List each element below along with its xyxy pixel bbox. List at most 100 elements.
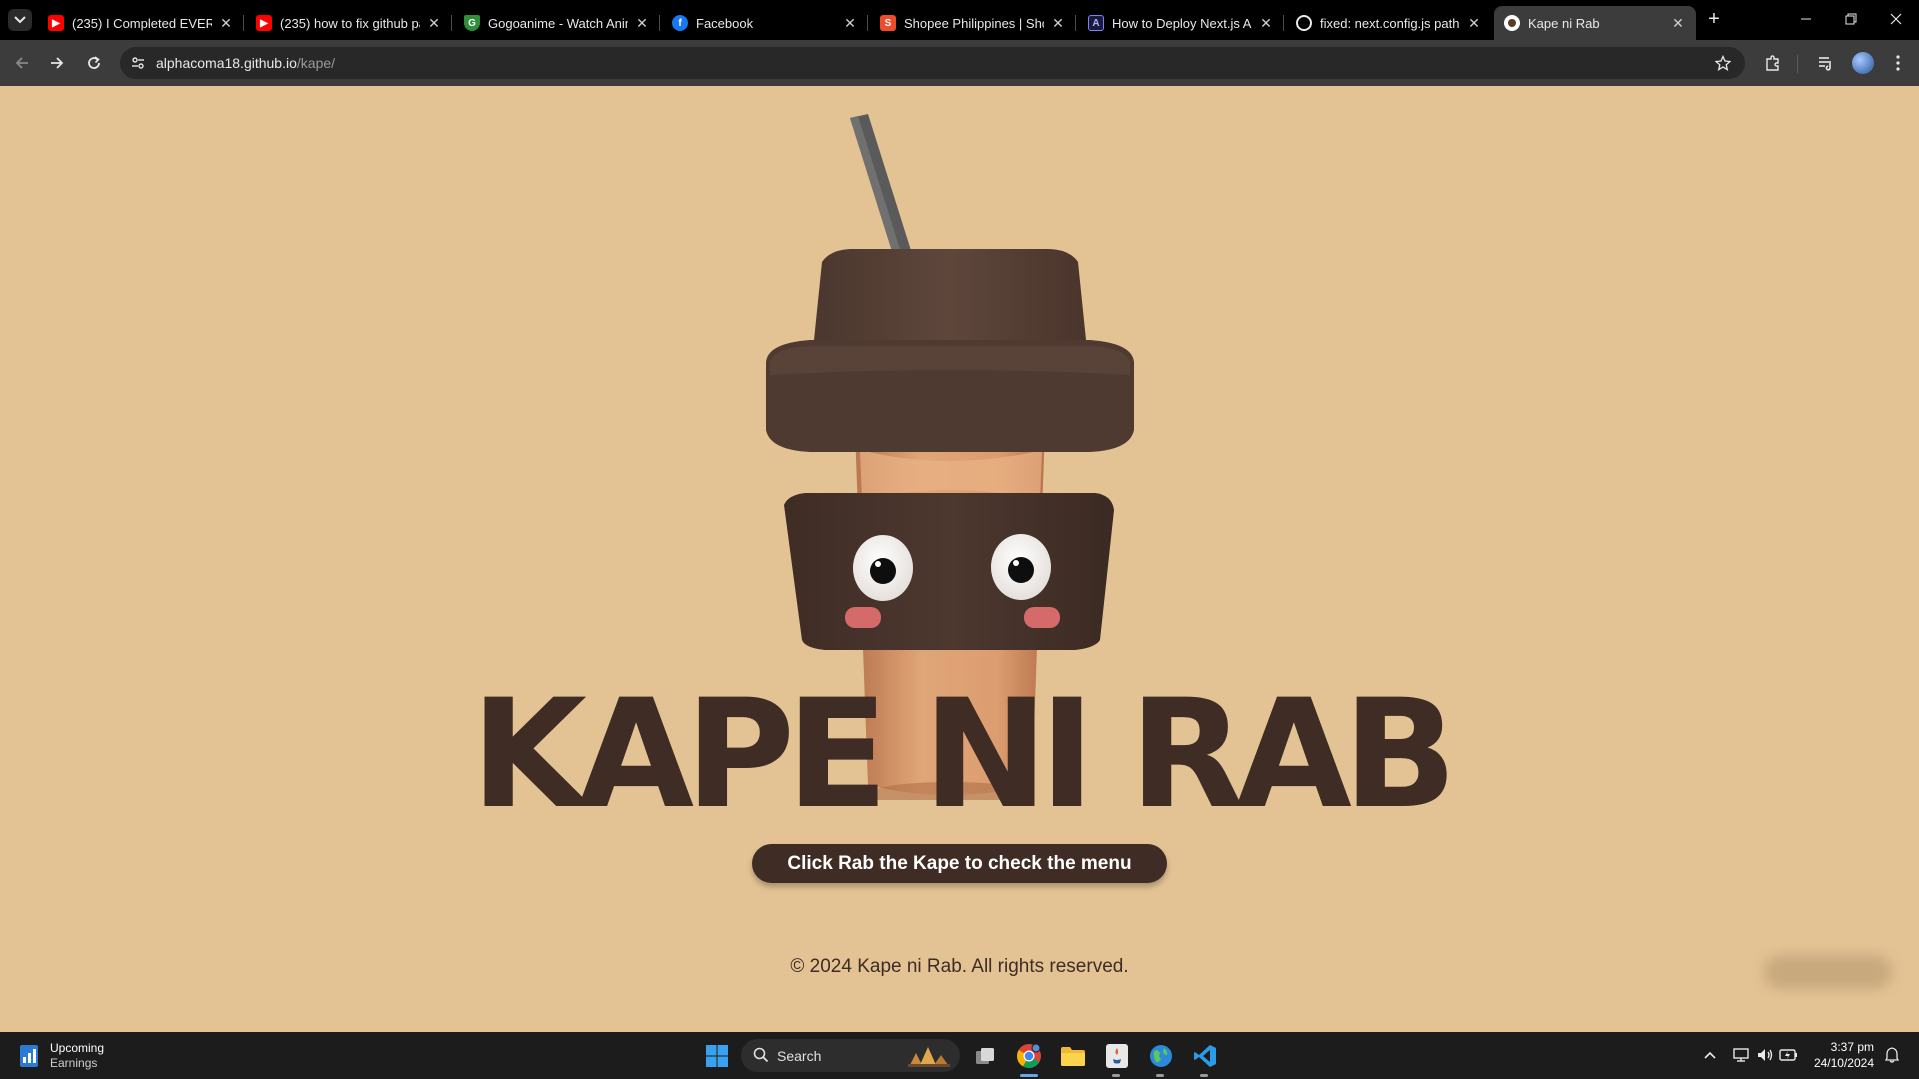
back-button[interactable] (8, 49, 36, 77)
search-label: Search (777, 1048, 822, 1064)
tab-title: Gogoanime - Watch Anim (488, 15, 628, 31)
volume-button[interactable] (1755, 1044, 1775, 1066)
tab-search-button[interactable] (8, 9, 32, 31)
profile-avatar[interactable] (1852, 52, 1874, 74)
tab-title: (235) how to fix github pa (280, 15, 420, 31)
restore-button[interactable] (1831, 6, 1871, 34)
taskbar-file-explorer[interactable] (1058, 1041, 1088, 1071)
tab-youtube-completed[interactable]: ▶ (235) I Completed EVERY ✕ (38, 6, 244, 40)
url-path: /kape/ (296, 55, 336, 71)
playlist-icon (1819, 57, 1831, 71)
start-button[interactable] (702, 1041, 732, 1071)
system-clock[interactable]: 3:37 pm 24/10/2024 (1810, 1039, 1874, 1071)
left-eye (853, 535, 913, 601)
more-vertical-icon (1896, 55, 1900, 71)
close-icon[interactable]: ✕ (842, 15, 858, 31)
site-info-icon[interactable] (128, 53, 148, 73)
tab-github-fix[interactable]: fixed: next.config.js path ✕ (1286, 6, 1492, 40)
shopee-bag-icon: S (880, 15, 896, 31)
tab-kape-ni-rab[interactable]: Kape ni Rab ✕ (1494, 6, 1696, 40)
coffee-sleeve (784, 493, 1114, 650)
taskbar-chrome[interactable] (1014, 1041, 1044, 1071)
chrome-icon (1017, 1043, 1041, 1069)
minimize-button[interactable] (1786, 6, 1826, 34)
new-tab-button[interactable]: + (1702, 8, 1726, 32)
left-cheek (845, 607, 881, 628)
running-indicator (1200, 1074, 1208, 1077)
close-icon[interactable]: ✕ (426, 15, 442, 31)
straw (850, 114, 914, 264)
taskbar-java-app[interactable] (1102, 1041, 1132, 1071)
github-icon (1296, 15, 1312, 31)
tab-title: Kape ni Rab (1528, 15, 1600, 31)
show-hidden-icons-button[interactable] (1700, 1044, 1720, 1066)
right-cheek (1024, 607, 1060, 628)
tab-title: Facebook (696, 15, 754, 31)
task-view-icon (976, 1048, 994, 1064)
tab-divider (867, 15, 868, 31)
battery-charging-icon (1779, 1049, 1797, 1061)
close-window-button[interactable] (1876, 6, 1916, 34)
widgets-button[interactable]: Upcoming Earnings (18, 1041, 104, 1071)
page-viewport: KAPE NI RAB Click Rab the Kape to check … (0, 86, 1919, 1032)
close-icon[interactable]: ✕ (1258, 15, 1274, 31)
menu-cta-button[interactable]: Click Rab the Kape to check the menu (752, 844, 1167, 883)
network-icon (1733, 1048, 1749, 1062)
toolbar-divider (1797, 55, 1798, 73)
tab-youtube-github[interactable]: ▶ (235) how to fix github pa ✕ (246, 6, 452, 40)
clock-time: 3:37 pm (1830, 1040, 1874, 1054)
youtube-icon: ▶ (48, 15, 64, 31)
youtube-icon: ▶ (256, 15, 272, 31)
close-icon[interactable]: ✕ (1670, 15, 1686, 31)
address-bar[interactable]: alphacoma18.github.io/kape/ (120, 47, 1745, 79)
chevron-up-icon (1704, 1051, 1716, 1059)
folder-icon (1061, 1047, 1085, 1066)
active-indicator (1020, 1074, 1038, 1077)
arrow-left-icon (15, 57, 28, 69)
reload-icon (88, 56, 100, 69)
extensions-button[interactable] (1759, 49, 1787, 77)
restore-icon (1845, 13, 1857, 25)
tab-divider (1283, 15, 1284, 31)
tab-nextjs-deploy[interactable]: A How to Deploy Next.js Ap ✕ (1078, 6, 1284, 40)
notifications-button[interactable] (1882, 1044, 1902, 1066)
search-icon (753, 1047, 769, 1063)
hero-title: KAPE NI RAB (470, 668, 1457, 842)
tab-facebook[interactable]: f Facebook ✕ (662, 6, 868, 40)
kape-site-icon (1504, 15, 1520, 31)
floating-blurred-widget[interactable] (1764, 955, 1892, 989)
tab-title: (235) I Completed EVERY (72, 15, 212, 31)
tab-shopee[interactable]: S Shopee Philippines | Shop ✕ (870, 6, 1076, 40)
bookmark-star-icon[interactable] (1713, 53, 1733, 73)
forward-button[interactable] (43, 49, 71, 77)
taskbar-globe-app[interactable] (1146, 1041, 1176, 1071)
close-icon[interactable]: ✕ (218, 15, 234, 31)
tab-divider (1075, 15, 1076, 31)
browser-menu-button[interactable] (1884, 49, 1912, 77)
tab-divider (659, 15, 660, 31)
media-controls-button[interactable] (1812, 49, 1840, 77)
taskbar-search-box[interactable]: Search (741, 1039, 960, 1072)
battery-button[interactable] (1779, 1044, 1799, 1066)
url-text: alphacoma18.github.io/kape/ (156, 55, 335, 71)
taskbar-vscode[interactable] (1190, 1041, 1220, 1071)
tab-divider (243, 15, 244, 31)
reload-button[interactable] (80, 49, 108, 77)
gogoanime-shield-icon: G (464, 15, 480, 31)
puzzle-piece-icon (1766, 55, 1779, 71)
tab-gogoanime[interactable]: G Gogoanime - Watch Anim ✕ (454, 6, 660, 40)
close-icon[interactable]: ✕ (634, 15, 650, 31)
tab-divider (451, 15, 452, 31)
windows-taskbar: Upcoming Earnings Search 3:37 pm 24/10/2… (0, 1032, 1919, 1079)
task-view-button[interactable] (970, 1041, 1000, 1071)
close-icon[interactable]: ✕ (1466, 15, 1482, 31)
browser-toolbar: alphacoma18.github.io/kape/ (0, 40, 1919, 86)
widget-line1: Upcoming (50, 1041, 105, 1055)
close-icon[interactable]: ✕ (1050, 15, 1066, 31)
search-highlight-icon (908, 1047, 950, 1067)
tab-title: Shopee Philippines | Shop (904, 15, 1044, 31)
minimize-icon (1801, 18, 1811, 20)
cup-lid-top (814, 249, 1086, 340)
network-button[interactable] (1731, 1044, 1751, 1066)
running-indicator (1112, 1074, 1120, 1077)
